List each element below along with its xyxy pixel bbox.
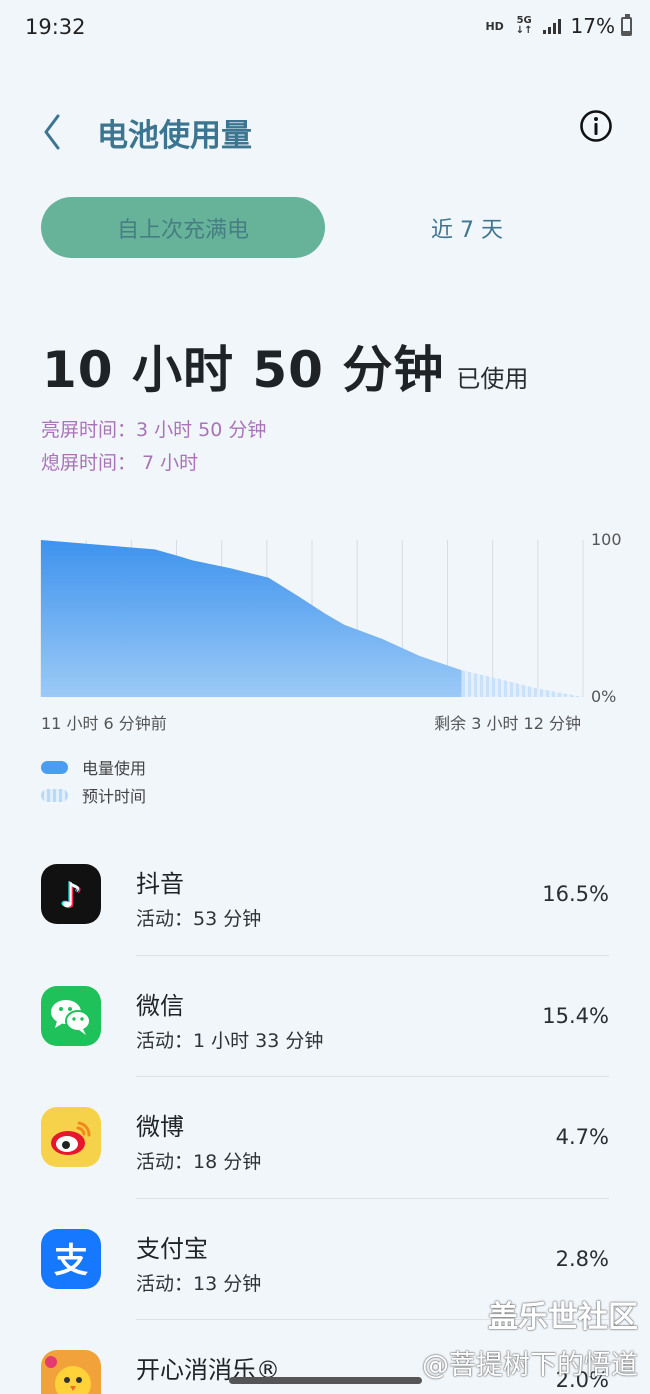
app-activity: 活动：18 分钟 <box>136 1151 262 1173</box>
legend-item-predicted: 预计时间 <box>41 781 146 809</box>
app-name: 支付宝 <box>136 1234 208 1263</box>
legend-item-usage: 电量使用 <box>41 753 146 781</box>
x-axis-end-label: 剩余 3 小时 12 分钟 <box>434 714 581 733</box>
legend-swatch-predicted <box>41 788 68 802</box>
chart-legend: 电量使用 预计时间 <box>41 753 146 809</box>
douyin-icon: ♪ ♪ ♪ <box>41 864 101 924</box>
app-activity: 活动：13 分钟 <box>136 1272 262 1295</box>
weibo-icon <box>41 1107 101 1167</box>
svg-text:支: 支 <box>54 1241 88 1281</box>
app-name: 微信 <box>136 991 184 1020</box>
info-icon <box>580 110 612 142</box>
network-label: 5G <box>516 15 532 26</box>
svg-text:♪: ♪ <box>60 876 82 916</box>
alipay-icon: 支 <box>41 1228 101 1289</box>
legend-label: 预计时间 <box>82 787 147 806</box>
list-item[interactable]: ♪ ♪ ♪ 抖音 活动：53 分钟 16.5% <box>0 834 650 956</box>
app-name: 微博 <box>136 1113 184 1141</box>
legend-swatch-solid <box>41 760 68 774</box>
watermark-author: @菩提树下的悟道 <box>422 1350 638 1381</box>
screen-off-time: 熄屏时间： 7 小时 <box>41 452 199 474</box>
info-button[interactable] <box>578 108 614 144</box>
back-chevron-icon <box>44 114 60 150</box>
status-time: 19:32 <box>25 15 86 39</box>
network-5g-icon: 5G ↓↑ <box>515 15 533 36</box>
hd-indicator: HD <box>485 19 504 33</box>
tab-since-full-charge[interactable]: 自上次充满电 <box>41 197 325 258</box>
wechat-icon <box>41 985 101 1046</box>
signal-strength-icon <box>542 18 561 34</box>
app-percent: 2.8% <box>555 1246 609 1271</box>
usage-suffix: 已使用 <box>456 365 529 393</box>
app-activity: 活动：1 小时 33 分钟 <box>136 1029 324 1052</box>
watermark-community: 盖乐世社区 <box>488 1300 638 1335</box>
app-name: 抖音 <box>136 870 184 898</box>
app-percent: 15.4% <box>542 1003 609 1028</box>
list-item[interactable]: 微信 活动：1 小时 33 分钟 15.4% <box>0 956 650 1077</box>
app-percent: 16.5% <box>542 882 609 906</box>
y-axis-min-label: 0% <box>591 687 616 706</box>
home-indicator[interactable] <box>229 1377 422 1384</box>
x-axis-start-label: 11 小时 6 分钟前 <box>41 714 167 733</box>
page-title: 电池使用量 <box>97 118 252 154</box>
page-header: 电池使用量 <box>0 100 650 160</box>
usage-total: 10 小时 50 分钟 <box>42 341 445 399</box>
legend-label: 电量使用 <box>82 759 147 778</box>
battery-icon <box>621 13 632 36</box>
screen-on-time: 亮屏时间：3 小时 50 分钟 <box>41 419 267 441</box>
list-item[interactable]: 微博 活动：18 分钟 4.7% <box>0 1077 650 1199</box>
battery-percent: 17% <box>570 14 615 38</box>
battery-chart: 100 0% 11 小时 6 分钟前 剩余 3 小时 12 分钟 <box>0 520 650 733</box>
usage-summary: 10 小时 50 分钟 已使用 <box>42 330 528 402</box>
back-button[interactable] <box>36 106 76 154</box>
status-indicators: HD 5G ↓↑ 17% <box>485 13 632 38</box>
app-percent: 4.7% <box>555 1125 609 1149</box>
usage-area <box>41 540 462 697</box>
prediction-area <box>461 670 583 697</box>
tab-last-7-days[interactable]: 近 7 天 <box>325 197 609 258</box>
battery-chart-svg: 100 0% <box>40 530 622 706</box>
status-bar: 19:32 HD 5G ↓↑ 17% <box>0 0 650 58</box>
happy-elimination-icon <box>41 1350 101 1394</box>
app-activity: 活动：53 分钟 <box>136 908 262 930</box>
y-axis-max-label: 100 <box>591 530 622 549</box>
